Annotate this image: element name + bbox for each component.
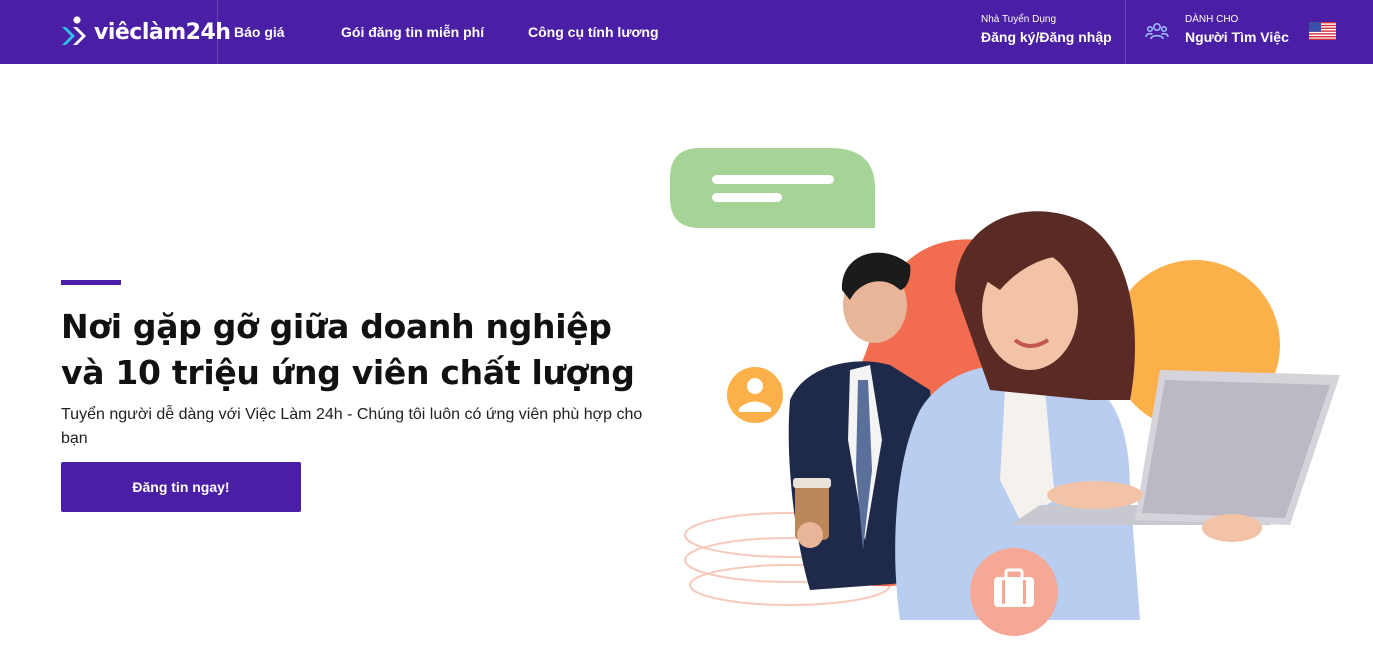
- employer-login[interactable]: Nhà Tuyển Dụng Đăng ký/Đăng nhập: [981, 14, 1112, 45]
- nav-salary-calculator[interactable]: Công cụ tính lương: [528, 24, 659, 40]
- briefcase-badge-icon: [970, 548, 1058, 636]
- person-badge-icon: [727, 367, 783, 423]
- headline-line-2-prefix: và 10 triệu ứng viên: [61, 353, 441, 392]
- seeker-label: DÀNH CHO: [1185, 14, 1239, 25]
- hero-illustration: [670, 148, 1340, 636]
- site-logo[interactable]: viêclàm24h: [60, 14, 231, 50]
- headline-line-2: và 10 triệu ứng viên chất lượng: [61, 350, 681, 396]
- headline-highlight: chất lượng: [438, 350, 637, 396]
- users-icon: [1145, 23, 1169, 40]
- employer-label: Nhà Tuyển Dụng: [981, 14, 1057, 25]
- chat-bubble-icon: [670, 148, 875, 228]
- employer-register-login-link[interactable]: Đăng ký/Đăng nhập: [981, 29, 1112, 45]
- nav-pricing[interactable]: Báo giá: [234, 24, 285, 40]
- logo-mark-icon: [62, 16, 86, 45]
- job-seeker-link[interactable]: DÀNH CHO Người Tìm Việc: [1185, 14, 1289, 45]
- hero-headline: Nơi gặp gỡ giữa doanh nghiệp và 10 triệu…: [61, 304, 681, 396]
- post-job-now-button[interactable]: Đăng tin ngay!: [61, 462, 301, 512]
- top-navbar: viêclàm24h Báo giá Gói đăng tin miễn phí…: [0, 0, 1373, 64]
- header-divider: [217, 0, 218, 64]
- woman-figure: [895, 211, 1340, 620]
- us-flag-icon[interactable]: [1309, 22, 1336, 40]
- headline-line-1: Nơi gặp gỡ giữa doanh nghiệp: [61, 307, 612, 346]
- nav-free-posting-package[interactable]: Gói đăng tin miễn phí: [341, 24, 484, 40]
- hero-subtitle: Tuyển người dễ dàng với Việc Làm 24h - C…: [61, 406, 643, 447]
- accent-bar: [61, 280, 121, 285]
- logo-text: viêclàm24h: [94, 19, 231, 45]
- seeker-name[interactable]: Người Tìm Việc: [1185, 29, 1289, 45]
- header-divider: [1125, 0, 1126, 64]
